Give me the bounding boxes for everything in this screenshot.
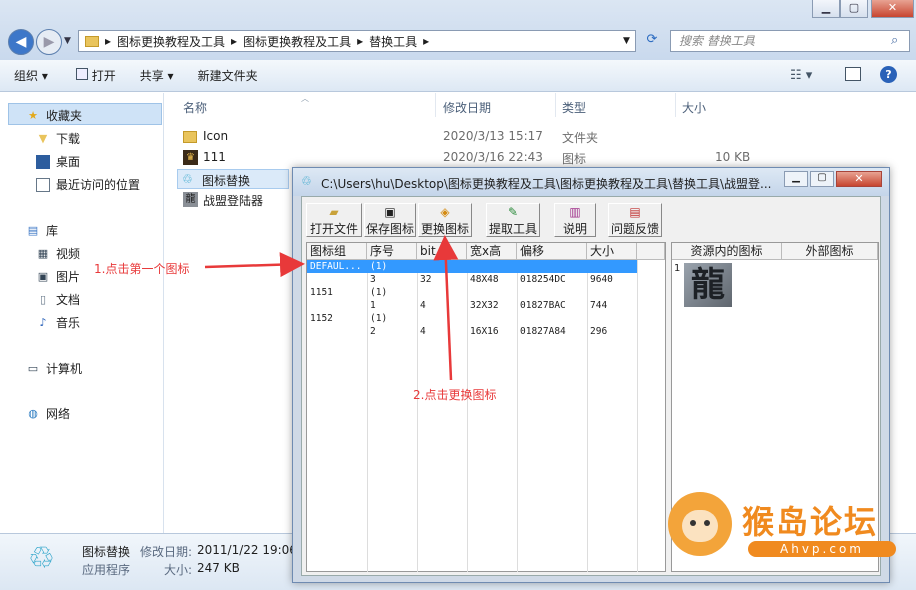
- watermark-sub: Ahvp.com: [748, 541, 896, 557]
- monkey-logo-icon: [668, 492, 732, 556]
- annotation-step2: 2.点击更换图标: [413, 388, 497, 402]
- watermark-text: 猴岛论坛: [742, 503, 879, 541]
- annotation-step1: 1.点击第一个图标: [94, 262, 190, 276]
- arrow-to-first-icon: [204, 252, 305, 278]
- arrow-to-replace-button: [433, 235, 459, 381]
